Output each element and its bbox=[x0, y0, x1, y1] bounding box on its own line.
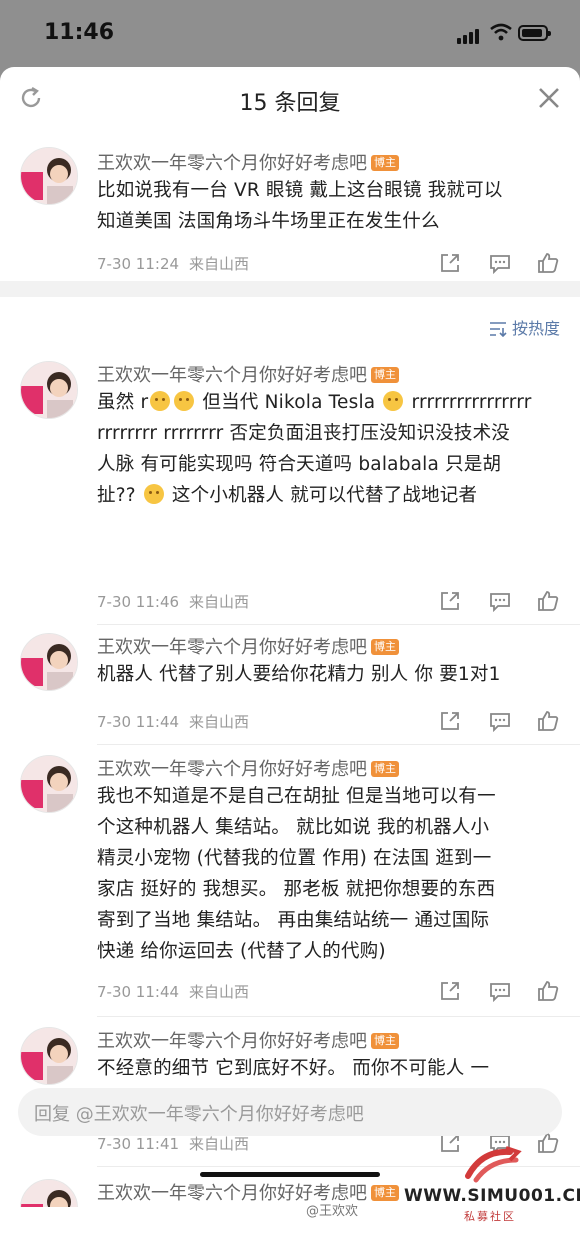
username-text[interactable]: 王欢欢一年零六个月你好好考虑吧 bbox=[97, 1031, 367, 1052]
emoji-icon bbox=[150, 391, 171, 411]
share-icon[interactable] bbox=[438, 709, 462, 733]
sort-by-hot-button[interactable]: 按热度 bbox=[489, 315, 560, 339]
comment-actions bbox=[438, 979, 564, 1003]
comment-icon[interactable] bbox=[488, 589, 512, 613]
like-icon[interactable] bbox=[536, 589, 560, 613]
comment-text: 比如说我有一台 VR 眼镜 戴上这台眼镜 我就可以 知道美国 法国角场斗牛场里正… bbox=[97, 180, 503, 232]
reply-input[interactable]: 回复 @王欢欢一年零六个月你好好考虑吧 bbox=[18, 1088, 562, 1136]
sheet-title: 15 条回复 bbox=[239, 91, 341, 116]
comment-source: 来自山西 bbox=[189, 1135, 250, 1153]
blogger-badge: 博主 bbox=[371, 1033, 399, 1049]
watermark-sub: 私募社区 bbox=[464, 1210, 516, 1223]
comment-source: 来自山西 bbox=[189, 713, 250, 731]
wifi-icon bbox=[490, 23, 512, 41]
weibo-watermark: @王欢欢 bbox=[306, 1204, 359, 1219]
comment-text: 虽然 r 但当代 Nikola Tesla rrrrrrrrrrrrrrrr r… bbox=[97, 387, 562, 511]
username[interactable]: 王欢欢一年零六个月你好好考虑吧 博主 bbox=[97, 149, 399, 175]
comment-actions bbox=[438, 589, 564, 613]
blogger-badge: 博主 bbox=[371, 155, 399, 171]
avatar[interactable] bbox=[20, 755, 78, 813]
share-icon[interactable] bbox=[438, 251, 462, 275]
comment-source: 来自山西 bbox=[189, 255, 250, 273]
comment-text: 机器人 代替了别人要给你花精力 别人 你 要1对1 bbox=[97, 664, 501, 685]
emoji-icon bbox=[174, 391, 195, 411]
like-icon[interactable] bbox=[536, 251, 560, 275]
text-segment: 这个小机器人 就可以代替了战地记者 bbox=[171, 485, 478, 506]
comment-icon[interactable] bbox=[488, 709, 512, 733]
simu-logo-icon bbox=[465, 1146, 522, 1183]
blogger-badge: 博主 bbox=[371, 367, 399, 383]
username[interactable]: 王欢欢一年零六个月你好好考虑吧 博主 bbox=[97, 755, 399, 781]
like-icon[interactable] bbox=[536, 979, 560, 1003]
sort-icon bbox=[489, 322, 507, 338]
blogger-badge: 博主 bbox=[371, 639, 399, 655]
text-segment: 但当代 Nikola Tesla bbox=[202, 392, 376, 413]
status-bar: 11:46 bbox=[0, 0, 580, 66]
comment-icon[interactable] bbox=[488, 979, 512, 1003]
comment-actions bbox=[438, 709, 564, 733]
battery-icon bbox=[518, 25, 551, 41]
comment-source: 来自山西 bbox=[189, 593, 250, 611]
comment-time: 7-30 11:46 bbox=[97, 593, 180, 611]
home-indicator[interactable] bbox=[200, 1172, 380, 1177]
share-icon[interactable] bbox=[438, 589, 462, 613]
replies-sheet: 15 条回复 王欢欢一年零六个月你好好考虑吧 博主 比如说我有一台 VR 眼镜 戴… bbox=[0, 67, 580, 1255]
site-watermark: WWW.SIMU001.CN 私募社区 bbox=[404, 1140, 580, 1255]
username-text[interactable]: 王欢欢一年零六个月你好好考虑吧 bbox=[97, 637, 367, 658]
comment-time: 7-30 11:44 bbox=[97, 983, 180, 1001]
comment-source: 来自山西 bbox=[189, 983, 250, 1001]
sort-label: 按热度 bbox=[511, 319, 560, 338]
comment-meta: 7-30 11:44 来自山西 bbox=[97, 711, 249, 732]
avatar[interactable] bbox=[20, 1027, 78, 1085]
comment-time: 7-30 11:24 bbox=[97, 255, 180, 273]
blogger-badge: 博主 bbox=[371, 1185, 399, 1201]
section-separator bbox=[0, 281, 580, 297]
avatar[interactable] bbox=[20, 147, 78, 205]
comment-meta: 7-30 11:41 来自山西 bbox=[97, 1133, 249, 1154]
username[interactable]: 王欢欢一年零六个月你好好考虑吧 博主 bbox=[97, 633, 399, 659]
reply-placeholder: 回复 @王欢欢一年零六个月你好好考虑吧 bbox=[34, 1104, 364, 1125]
sort-bar: 按热度 bbox=[0, 297, 580, 353]
reply-item: 王欢欢一年零六个月你好好考虑吧 博主 虽然 r 但当代 Nikola Tesla … bbox=[0, 353, 580, 625]
text-segment: 虽然 r bbox=[97, 392, 149, 413]
reply-item: 王欢欢一年零六个月你好好考虑吧 博主 我也不知道是不是自己在胡扯 但是当地可以有一… bbox=[0, 745, 580, 1017]
avatar[interactable] bbox=[20, 633, 78, 691]
reply-item: 王欢欢一年零六个月你好好考虑吧 博主 机器人 代替了别人要给你花精力 别人 你 要… bbox=[0, 625, 580, 745]
watermark-site: WWW.SIMU001.CN bbox=[404, 1186, 580, 1206]
avatar[interactable] bbox=[20, 361, 78, 419]
username[interactable]: 王欢欢一年零六个月你好好考虑吧 博主 bbox=[97, 1027, 399, 1053]
comment-actions bbox=[438, 251, 564, 275]
username[interactable]: 王欢欢一年零六个月你好好考虑吧 博主 bbox=[97, 361, 399, 387]
comment-text: 我也不知道是不是自己在胡扯 但是当地可以有一 个这种机器人 集结站。 就比如说 … bbox=[97, 786, 496, 962]
like-icon[interactable] bbox=[536, 709, 560, 733]
emoji-icon bbox=[143, 484, 164, 504]
root-comment: 王欢欢一年零六个月你好好考虑吧 博主 比如说我有一台 VR 眼镜 戴上这台眼镜 我… bbox=[0, 129, 580, 281]
cellular-signal-icon bbox=[457, 25, 481, 44]
blogger-badge: 博主 bbox=[371, 761, 399, 777]
comment-time: 7-30 11:44 bbox=[97, 713, 180, 731]
username-text[interactable]: 王欢欢一年零六个月你好好考虑吧 bbox=[97, 759, 367, 780]
username-text[interactable]: 王欢欢一年零六个月你好好考虑吧 bbox=[97, 365, 367, 386]
emoji-icon bbox=[383, 391, 404, 411]
comment-meta: 7-30 11:46 来自山西 bbox=[97, 591, 249, 612]
close-icon[interactable] bbox=[536, 85, 562, 111]
comment-time: 7-30 11:41 bbox=[97, 1135, 180, 1153]
sheet-header: 15 条回复 bbox=[0, 67, 580, 130]
comment-meta: 7-30 11:44 来自山西 bbox=[97, 981, 249, 1002]
username-text[interactable]: 王欢欢一年零六个月你好好考虑吧 bbox=[97, 153, 367, 174]
comment-meta: 7-30 11:24 来自山西 bbox=[97, 253, 249, 274]
status-time: 11:46 bbox=[44, 20, 115, 45]
comment-icon[interactable] bbox=[488, 251, 512, 275]
share-icon[interactable] bbox=[438, 979, 462, 1003]
avatar[interactable] bbox=[20, 1179, 78, 1207]
